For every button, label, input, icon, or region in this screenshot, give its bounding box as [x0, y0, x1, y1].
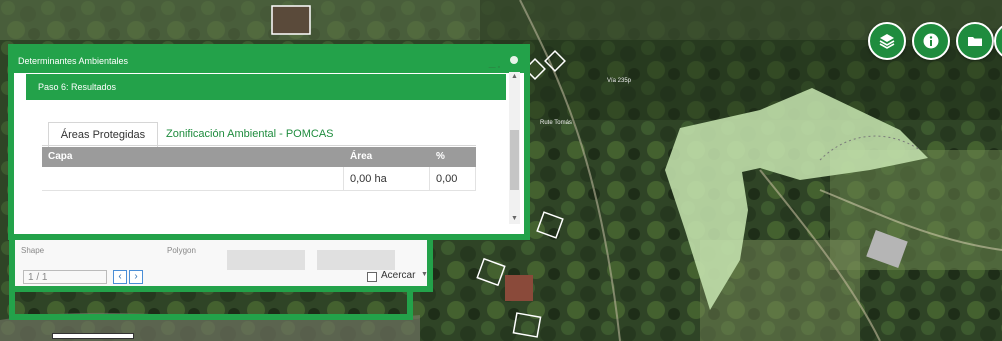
prev-page-button[interactable]: ‹ [113, 270, 127, 284]
panel-title-bar[interactable]: Determinantes Ambientales — ▫ [14, 50, 524, 73]
table-cell-percent: 0,00 [430, 167, 476, 191]
disabled-action-button[interactable] [317, 250, 395, 270]
scale-bar [52, 333, 134, 339]
scroll-up-icon[interactable]: ▲ [510, 72, 519, 82]
layers-icon [879, 34, 895, 49]
column-header-shape: Shape [21, 246, 45, 255]
close-icon[interactable] [510, 56, 518, 64]
results-grid-panel: Shape Polygon 1 / 1 ‹ › Acercar ▼ [9, 240, 433, 292]
page-input[interactable]: 1 / 1 [23, 270, 107, 284]
scrollbar-thumb[interactable] [510, 130, 519, 190]
acercar-label: Acercar [381, 270, 416, 281]
map-road-label: Rute Tomás [540, 120, 572, 126]
table-cell-capa [42, 167, 344, 191]
table-cell-area: 0,00 ha [344, 167, 430, 191]
scroll-down-icon[interactable]: ▼ [421, 271, 428, 278]
info-button[interactable] [912, 22, 950, 60]
layers-button[interactable] [868, 22, 906, 60]
acercar-checkbox[interactable] [367, 272, 377, 282]
info-icon [923, 33, 939, 49]
scroll-down-icon[interactable]: ▼ [510, 214, 519, 224]
folder-button[interactable] [956, 22, 994, 60]
step-header: Paso 6: Resultados [26, 74, 506, 100]
tab-zonificacion-ambiental[interactable]: Zonificación Ambiental - POMCAS [166, 122, 356, 146]
column-header-capa: Capa [42, 147, 344, 167]
determinantes-panel: Determinantes Ambientales — ▫ Paso 6: Re… [8, 44, 530, 240]
column-header-polygon: Polygon [167, 246, 196, 255]
tab-divider [42, 145, 476, 146]
column-header-percent: % [430, 147, 476, 167]
next-page-button[interactable]: › [129, 270, 143, 284]
tab-areas-protegidas[interactable]: Áreas Protegidas [48, 122, 158, 147]
map-road-label: Vía 235p [607, 78, 632, 84]
panel-title: Determinantes Ambientales [18, 56, 129, 66]
panel-frame [9, 292, 413, 320]
column-header-area: Área [344, 147, 430, 167]
folder-icon [968, 37, 982, 46]
disabled-action-button[interactable] [227, 250, 305, 270]
